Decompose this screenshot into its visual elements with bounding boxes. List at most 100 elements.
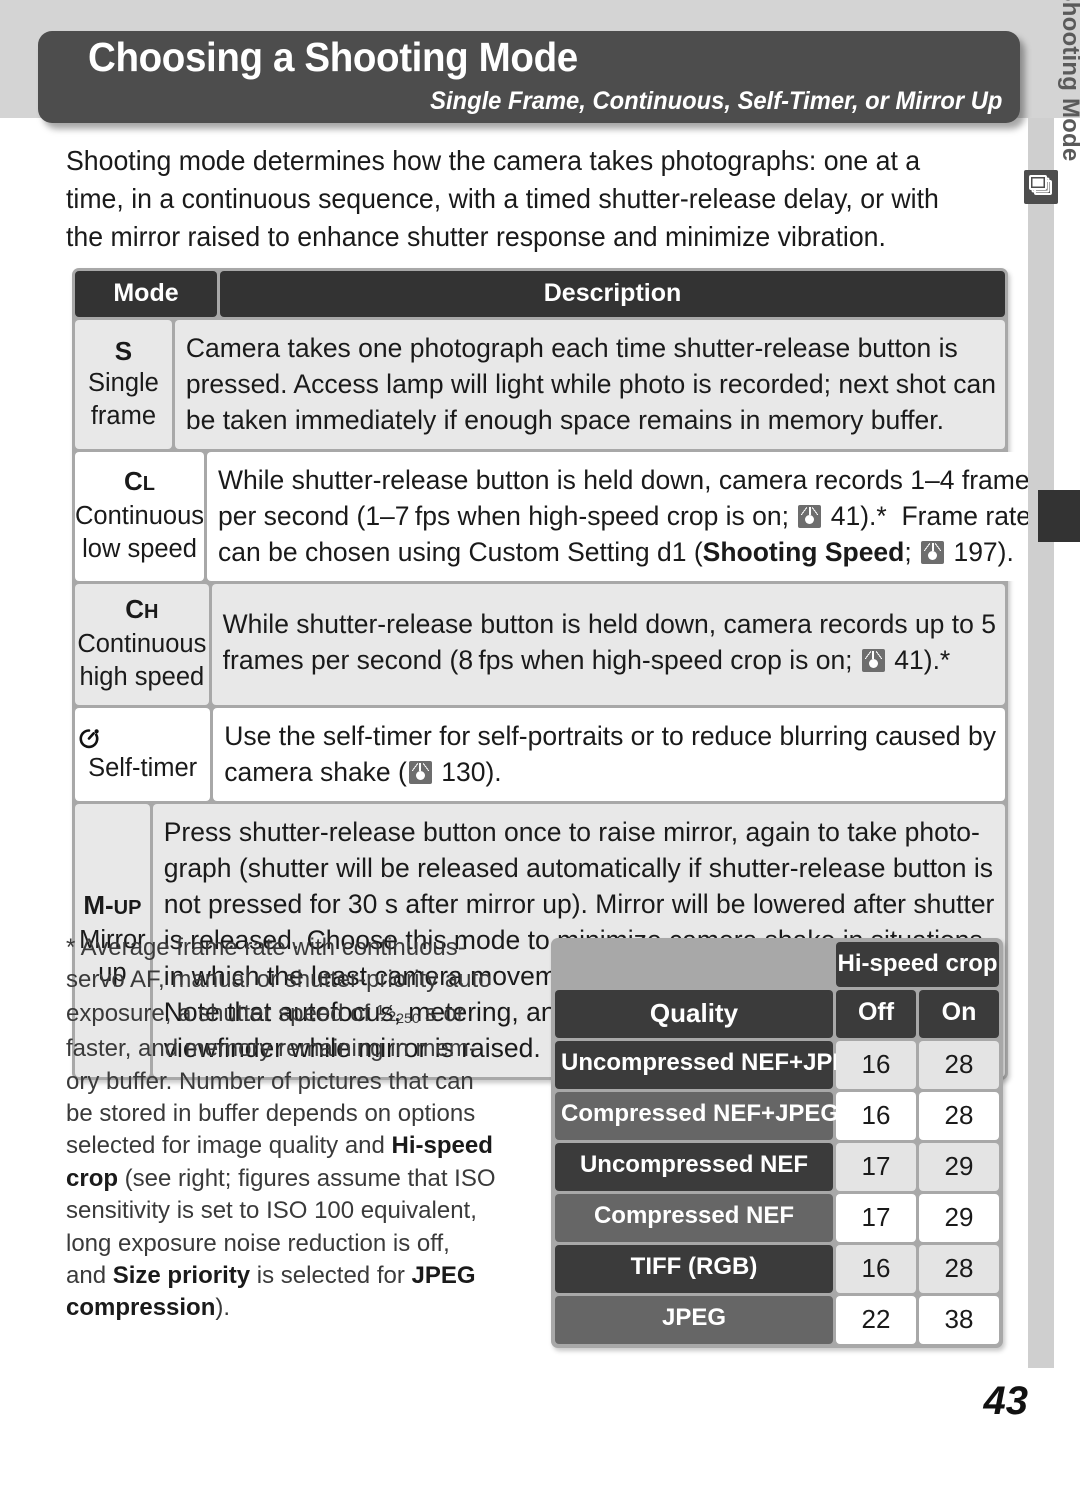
intro-paragraph: Shooting mode determines how the camera … (66, 142, 978, 256)
quality-value-off: 16 (836, 1092, 916, 1140)
column-header-hi-speed-crop: Hi-speed crop (836, 942, 999, 987)
footnote-line: * Average frame rate with continuous- (66, 934, 466, 961)
footnote-line: long exposure noise reduction is off, (66, 1229, 450, 1257)
reference-book-icon (798, 505, 822, 528)
quality-label: Uncompressed NEF (555, 1143, 833, 1191)
footnote-line: and Size priority is selected for JPEG (66, 1262, 476, 1290)
column-header-on: On (919, 990, 999, 1038)
footnote-text: * Average frame rate with continuous- se… (66, 932, 528, 1325)
footnote-line: be stored in buffer depends on options (66, 1100, 476, 1128)
mode-name-line2: frame (90, 401, 157, 430)
desc-line: not pressed for 30 s after mirror up). M… (163, 889, 995, 919)
footnote-line: compression). (66, 1294, 231, 1322)
column-header-quality: Quality (555, 990, 833, 1038)
reference-book-icon (861, 649, 885, 672)
quality-value-on: 29 (919, 1194, 999, 1242)
mode-name-line1: Continuous (75, 502, 205, 530)
mode-cell-self-timer: Self-timer (75, 708, 211, 801)
mode-name-line1: Continuous (77, 630, 207, 658)
table-header-row: Mode Description (75, 271, 1005, 317)
quality-table-row: Compressed NEF 17 29 (555, 1194, 999, 1242)
side-tab-marker (1038, 490, 1080, 542)
quality-header-spacer (555, 942, 833, 987)
desc-line: Use the self-timer for self-portraits or… (224, 721, 996, 751)
quality-table-row: Compressed NEF+JPEG 16 28 (555, 1092, 999, 1140)
quality-label: Compressed NEF (555, 1194, 833, 1242)
quality-table-header-row: Quality Off On (555, 990, 999, 1038)
page-number: 43 (983, 1379, 1029, 1423)
quality-value-off: 22 (836, 1296, 916, 1344)
mode-cell-single-frame: S Single frame (75, 320, 172, 449)
mode-cell-continuous-low: CL Continuous low speed (75, 452, 205, 581)
table-row: CL Continuous low speed While shutter-re… (75, 452, 1052, 581)
quality-table-row: JPEG 22 38 (555, 1296, 999, 1344)
self-timer-icon (75, 724, 103, 752)
footnote-line: selected for image quality and Hi-speed (66, 1132, 493, 1160)
mode-name-line2: low speed (82, 535, 197, 563)
page-subtitle: Single Frame, Continuous, Self-Timer, or… (429, 87, 1002, 115)
mode-name-line2: high speed (79, 663, 205, 691)
quality-table-row: Uncompressed NEF 17 29 (555, 1143, 999, 1191)
mode-name-line1: Self-timer (88, 753, 198, 782)
footnote-line: servo AF, manual or shutter-priority aut… (66, 966, 492, 994)
quality-label: TIFF (RGB) (555, 1245, 833, 1293)
quality-value-on: 38 (919, 1296, 999, 1344)
desc-line: be taken immediately if enough space rem… (185, 405, 944, 435)
quality-label: Uncompressed NEF+JPEG (555, 1041, 867, 1089)
footnote-line: ory buffer. Number of pictures that can (66, 1067, 474, 1095)
column-header-off: Off (836, 990, 916, 1038)
intro-line-3: the mirror raised to enhance shutter res… (66, 221, 886, 252)
mode-cell-continuous-high: CH Continuous high speed (75, 584, 209, 705)
footnote-line: exposure, a shutter speed of ½250 s or (66, 999, 465, 1027)
description-cell-continuous-low: While shutter-release button is held dow… (207, 452, 1052, 581)
mode-abbr: S (114, 335, 133, 366)
stacked-frames-icon (1024, 170, 1058, 204)
page-title: Choosing a Shooting Mode (88, 34, 578, 80)
side-tab-label: Taking Photographs—Choosing a Shooting M… (1056, 0, 1080, 228)
footnote-line: sensitivity is set to ISO 100 equivalent… (66, 1197, 477, 1225)
mode-abbr: CH (125, 594, 159, 624)
desc-line: per second (1–7 fps when high-speed crop… (218, 501, 1032, 531)
quality-label: Compressed NEF+JPEG (555, 1092, 839, 1140)
description-cell-single-frame: Camera takes one photograph each time sh… (174, 320, 1005, 449)
page-header-plate: Choosing a Shooting Mode Single Frame, C… (38, 31, 1020, 123)
quality-value-on: 28 (919, 1245, 999, 1293)
desc-line: frames per second (8 fps when high-speed… (222, 645, 951, 675)
desc-line: While shutter-release button is held dow… (222, 609, 996, 639)
desc-line: graph (shutter will be released automati… (163, 853, 994, 883)
table-row: S Single frame Camera takes one photogra… (75, 320, 1005, 449)
column-header-description: Description (220, 271, 1005, 317)
mode-abbr: CL (124, 466, 155, 496)
quality-value-on: 29 (919, 1143, 999, 1191)
intro-line-1: Shooting mode determines how the camera … (66, 145, 921, 176)
quality-table-row: Uncompressed NEF+JPEG 16 28 (555, 1041, 999, 1089)
desc-line: While shutter-release button is held dow… (218, 465, 1043, 495)
quality-value-off: 17 (836, 1194, 916, 1242)
intro-line-2: time, in a continuous sequence, with a t… (66, 183, 939, 214)
table-row: CH Continuous high speed While shutter-r… (75, 584, 1005, 705)
column-header-mode: Mode (75, 271, 217, 317)
side-tab-strip (1028, 118, 1054, 1368)
quality-value-off: 16 (836, 1041, 916, 1089)
desc-line: Press shutter-release button once to rai… (163, 817, 980, 847)
quality-value-on: 28 (919, 1041, 999, 1089)
quality-table-row: TIFF (RGB) 16 28 (555, 1245, 999, 1293)
reference-book-icon (408, 761, 432, 784)
desc-line: can be chosen using Custom Setting d1 (S… (218, 537, 1014, 567)
description-cell-self-timer: Use the self-timer for self-portraits or… (213, 708, 1005, 801)
quality-value-off: 16 (836, 1245, 916, 1293)
reference-book-icon (921, 541, 945, 564)
desc-line: pressed. Access lamp will light while ph… (185, 369, 996, 399)
table-row: Self-timer Use the self-timer for self-p… (75, 708, 1005, 801)
quality-table-crop-header-row: Hi-speed crop (555, 942, 999, 987)
mode-abbr: M-UP (83, 890, 142, 920)
description-cell-continuous-high: While shutter-release button is held dow… (211, 584, 1005, 705)
quality-value-off: 17 (836, 1143, 916, 1191)
desc-line: camera shake ( 130). (224, 757, 502, 787)
footnote-line: faster, and memory remaining in mem- (66, 1035, 477, 1063)
quality-value-on: 28 (919, 1092, 999, 1140)
desc-line: Camera takes one photograph each time sh… (185, 333, 958, 363)
quality-label: JPEG (555, 1296, 833, 1344)
buffer-capacity-table: Hi-speed crop Quality Off On Uncompresse… (551, 938, 1003, 1348)
footnote-line: crop (see right; figures assume that ISO (66, 1164, 496, 1192)
